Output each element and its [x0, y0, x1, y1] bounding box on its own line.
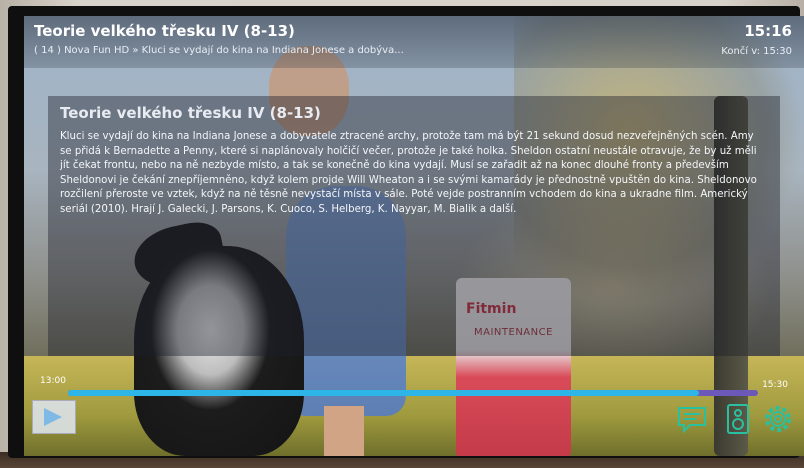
audio-track-icon [727, 404, 749, 434]
timeline-start: 13:00 [40, 376, 66, 386]
progress-fill [68, 390, 700, 396]
subtitles-icon [678, 407, 706, 434]
channel-info: ( 14 ) Nova Fun HD » Kluci se vydají do … [34, 45, 404, 56]
program-end-time: Končí v: 15:30 [721, 46, 792, 57]
info-bar: Teorie velkého třesku IV (8-13) 15:16 ( … [24, 16, 804, 68]
audio-track-button[interactable] [722, 404, 754, 434]
progress-bar[interactable] [68, 390, 758, 396]
play-icon [44, 408, 62, 426]
timeline-end: 15:30 [762, 380, 788, 390]
program-title: Teorie velkého třesku IV (8-13) [34, 22, 295, 40]
description-text: Kluci se vydají do kina na Indiana Jones… [60, 131, 757, 215]
program-description-panel: Teorie velkého třesku IV (8-13) Kluci se… [48, 96, 780, 356]
tv-screen: Fitmin MAINTENANCE Teorie velkého třesku… [24, 16, 804, 456]
description-title: Teorie velkého třesku IV (8-13) [60, 104, 321, 122]
current-time: 15:16 [744, 22, 792, 40]
subtitles-button[interactable] [676, 404, 708, 434]
settings-button[interactable] [762, 404, 794, 434]
settings-gear-icon [765, 406, 791, 432]
play-button[interactable] [32, 400, 76, 434]
girl-figure-legs [324, 406, 364, 456]
tv-bezel: Fitmin MAINTENANCE Teorie velkého třesku… [8, 6, 804, 458]
